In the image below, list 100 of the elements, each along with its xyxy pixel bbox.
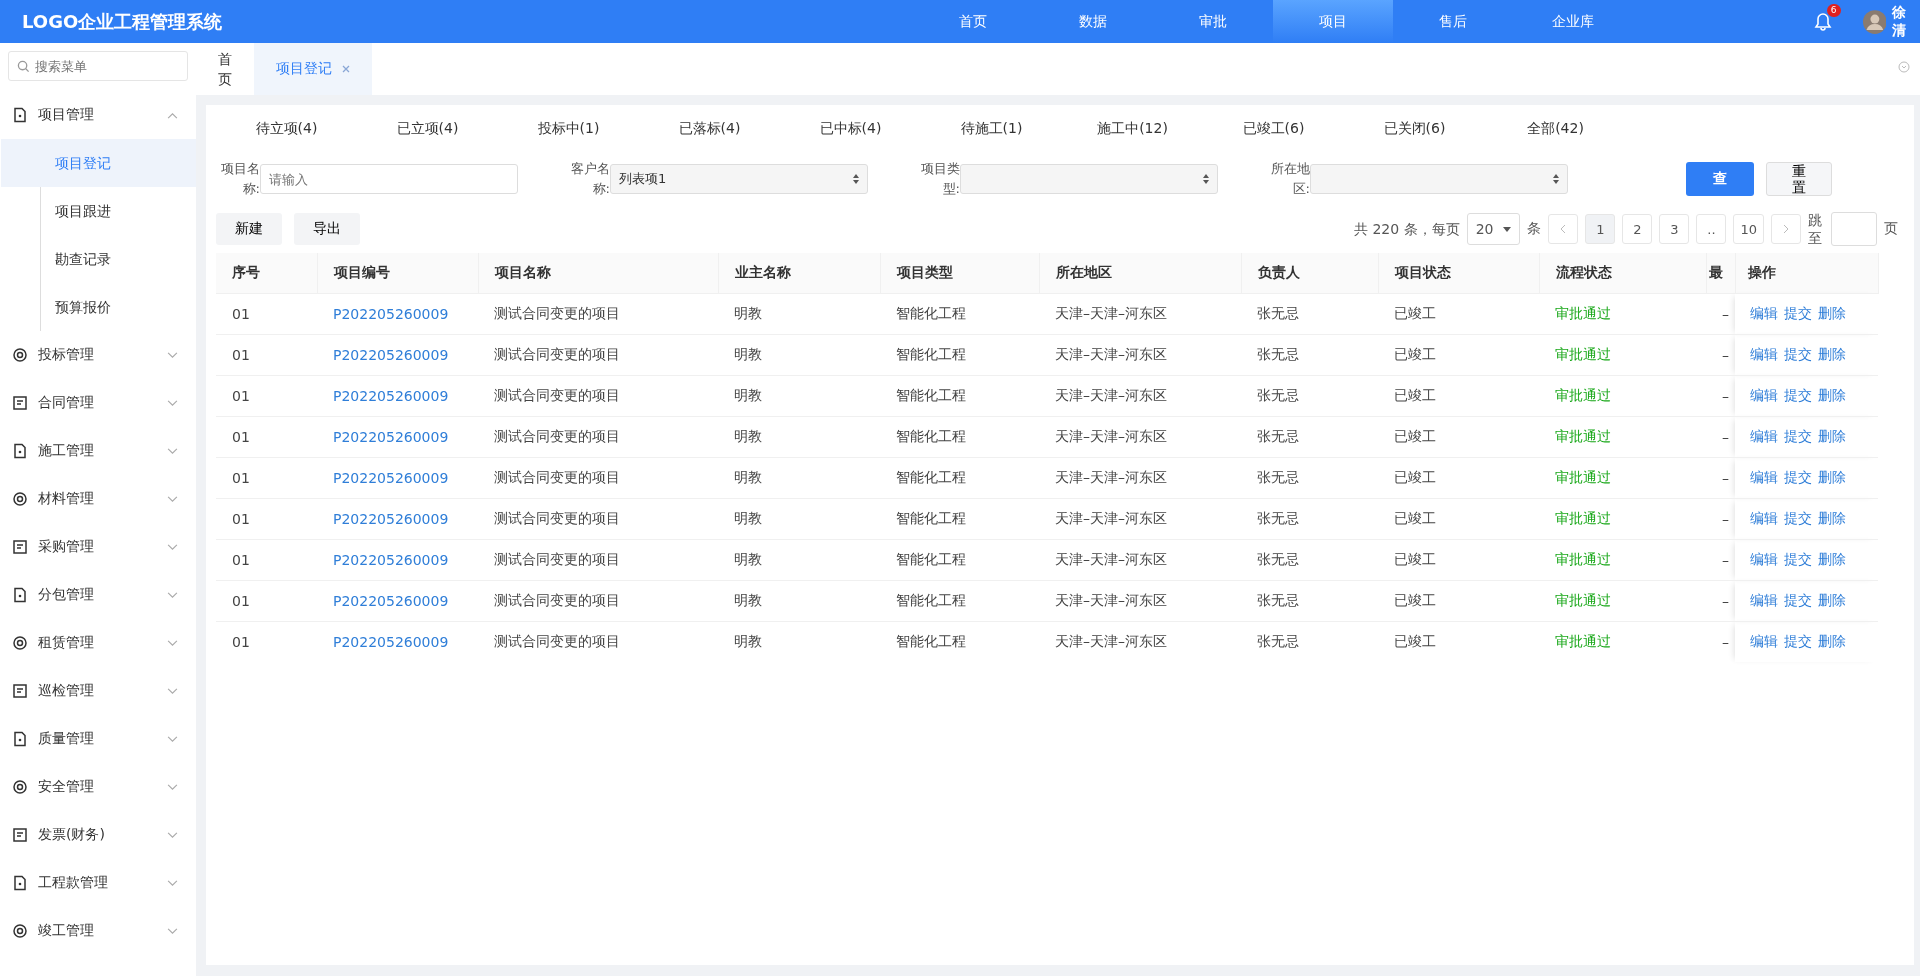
page-tab[interactable]: 项目登记 <box>254 43 372 95</box>
page-button[interactable]: 2 <box>1622 214 1653 244</box>
sidebar-menu-item[interactable]: 巡检管理 <box>0 667 196 715</box>
project-code-link[interactable]: P202205260009 <box>317 498 478 540</box>
nav-tab[interactable]: 数据 <box>1032 0 1153 43</box>
row-action-link[interactable]: 编辑 <box>1747 592 1781 610</box>
avatar-icon[interactable] <box>1862 9 1887 34</box>
nav-tab[interactable]: 首页 <box>912 0 1033 43</box>
sidebar-submenu-item[interactable]: 勘查记录 <box>1 235 196 283</box>
row-action-link[interactable]: 编辑 <box>1747 633 1781 651</box>
page-size-select[interactable]: 20 <box>1466 213 1521 245</box>
row-action-link[interactable]: 删除 <box>1815 551 1849 569</box>
project-code-link[interactable]: P202205260009 <box>317 457 478 499</box>
row-action-link[interactable]: 删除 <box>1815 346 1849 364</box>
reset-button[interactable]: 重置 <box>1766 162 1832 196</box>
row-action-link[interactable]: 提交 <box>1781 592 1815 610</box>
status-tab[interactable]: 已竣工(6) <box>1203 119 1344 139</box>
sidebar-menu-item[interactable]: 租赁管理 <box>0 619 196 667</box>
row-action-link[interactable]: 删除 <box>1815 510 1849 528</box>
row-action-link[interactable]: 编辑 <box>1747 346 1781 364</box>
project-code-link[interactable]: P202205260009 <box>317 375 478 417</box>
row-action-link[interactable]: 提交 <box>1781 510 1815 528</box>
project-code-link[interactable]: P202205260009 <box>317 334 478 376</box>
project-code-link[interactable]: P202205260009 <box>317 539 478 581</box>
table-cell: 天津–天津–河东区 <box>1039 498 1241 540</box>
status-tab[interactable]: 已关闭(6) <box>1344 119 1485 139</box>
sidebar-menu-item[interactable]: 项目管理 <box>0 91 196 139</box>
select-field[interactable] <box>1310 164 1568 194</box>
sidebar-menu-item[interactable]: 采购管理 <box>0 523 196 571</box>
row-action-link[interactable]: 编辑 <box>1747 551 1781 569</box>
page-tab[interactable]: 首页 <box>196 43 254 95</box>
row-action-link[interactable]: 删除 <box>1815 305 1849 323</box>
nav-tab[interactable]: 企业库 <box>1512 0 1633 43</box>
user-name[interactable]: 徐清 <box>1892 3 1920 40</box>
sidebar-submenu-item[interactable]: 项目登记 <box>1 139 196 187</box>
sidebar-menu-item[interactable]: 施工管理 <box>0 427 196 475</box>
row-action-link[interactable]: 删除 <box>1815 387 1849 405</box>
dropdown-icon[interactable] <box>1898 61 1910 73</box>
sidebar-menu-item[interactable]: 投标管理 <box>0 331 196 379</box>
project-code-link[interactable]: P202205260009 <box>317 580 478 622</box>
row-action-link[interactable]: 编辑 <box>1747 428 1781 446</box>
row-action-link[interactable]: 提交 <box>1781 551 1815 569</box>
status-tab[interactable]: 待施工(1) <box>921 119 1062 139</box>
row-action-link[interactable]: 提交 <box>1781 633 1815 651</box>
page-button[interactable]: 10 <box>1733 214 1764 244</box>
row-action-link[interactable]: 编辑 <box>1747 305 1781 323</box>
sidebar-menu-item[interactable]: 质量管理 <box>0 715 196 763</box>
row-action-link[interactable]: 删除 <box>1815 469 1849 487</box>
nav-tab[interactable]: 项目 <box>1272 0 1393 43</box>
status-tab[interactable]: 全部(42) <box>1485 119 1626 139</box>
sidebar-menu-item[interactable]: 分包管理 <box>0 571 196 619</box>
status-tab[interactable]: 待立项(4) <box>216 119 357 139</box>
row-action-link[interactable]: 提交 <box>1781 346 1815 364</box>
sidebar-menu-item[interactable]: 安全管理 <box>0 763 196 811</box>
sidebar-submenu-item[interactable]: 预算报价 <box>1 283 196 331</box>
table-cell: 测试合同变更的项目 <box>478 334 718 376</box>
bell-icon[interactable] <box>1812 11 1833 32</box>
status-tab[interactable]: 已落标(4) <box>639 119 780 139</box>
page-button[interactable]: .. <box>1696 214 1727 244</box>
sidebar-menu-item[interactable]: 工程款管理 <box>0 859 196 907</box>
table-cell: 智能化工程 <box>880 498 1039 540</box>
row-action-link[interactable]: 提交 <box>1781 387 1815 405</box>
status-tab[interactable]: 已中标(4) <box>780 119 921 139</box>
sidebar-menu-item[interactable]: 发票(财务) <box>0 811 196 859</box>
project-code-link[interactable]: P202205260009 <box>317 416 478 458</box>
page-text: 页 <box>1884 220 1898 238</box>
status-tab[interactable]: 施工中(12) <box>1062 119 1203 139</box>
sidebar-submenu-item[interactable]: 项目跟进 <box>1 187 196 235</box>
project-code-link[interactable]: P202205260009 <box>317 621 478 662</box>
prev-page-button[interactable] <box>1548 214 1579 244</box>
page-button[interactable]: 1 <box>1585 214 1616 244</box>
action-button[interactable]: 新建 <box>216 213 282 245</box>
row-action-link[interactable]: 删除 <box>1815 428 1849 446</box>
nav-tab[interactable]: 售后 <box>1392 0 1513 43</box>
row-action-link[interactable]: 提交 <box>1781 469 1815 487</box>
next-page-button[interactable] <box>1771 214 1801 244</box>
status-tab[interactable]: 已立项(4) <box>357 119 498 139</box>
row-action-link[interactable]: 提交 <box>1781 305 1815 323</box>
column-header: 项目名称 <box>478 253 718 294</box>
project-code-link[interactable]: P202205260009 <box>317 293 478 335</box>
status-tab[interactable]: 投标中(1) <box>498 119 639 139</box>
menu-search-field[interactable]: 搜索菜单 <box>8 51 188 81</box>
page-input[interactable] <box>1831 212 1877 246</box>
sidebar-menu-item[interactable]: 竣工管理 <box>0 907 196 955</box>
row-action-link[interactable]: 提交 <box>1781 428 1815 446</box>
input-field[interactable]: 请输入 <box>260 164 518 194</box>
close-icon[interactable] <box>342 65 350 73</box>
action-button[interactable]: 导出 <box>294 213 360 245</box>
row-action-link[interactable]: 删除 <box>1815 592 1849 610</box>
sidebar-menu-item[interactable]: 材料管理 <box>0 475 196 523</box>
page-button[interactable]: 3 <box>1659 214 1690 244</box>
row-action-link[interactable]: 编辑 <box>1747 469 1781 487</box>
query-button[interactable]: 查 <box>1686 162 1754 196</box>
row-action-link[interactable]: 编辑 <box>1747 510 1781 528</box>
select-field[interactable]: 列表项1 <box>610 164 868 194</box>
row-action-link[interactable]: 删除 <box>1815 633 1849 651</box>
row-action-link[interactable]: 编辑 <box>1747 387 1781 405</box>
nav-tab[interactable]: 审批 <box>1152 0 1273 43</box>
sidebar-menu-item[interactable]: 合同管理 <box>0 379 196 427</box>
select-field[interactable] <box>960 164 1218 194</box>
